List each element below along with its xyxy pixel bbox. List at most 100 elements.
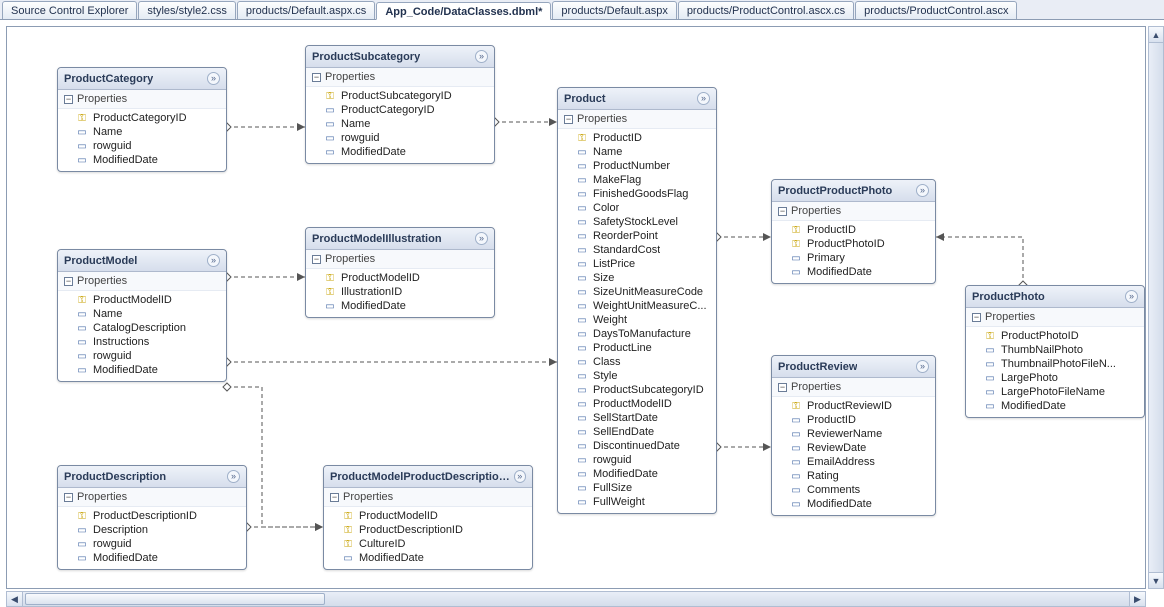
expand-collapse-icon[interactable]: − [64, 277, 73, 286]
collapse-chevron-icon[interactable]: » [207, 254, 220, 267]
tab-2[interactable]: products/Default.aspx.cs [237, 1, 375, 19]
property-row[interactable]: ▭SizeUnitMeasureCode [558, 285, 716, 299]
entity-ProductDescription[interactable]: ProductDescription»−Properties⚿ProductDe… [57, 465, 247, 570]
property-row[interactable]: ▭Description [58, 523, 246, 537]
property-row[interactable]: ▭ProductCategoryID [306, 103, 494, 117]
property-row[interactable]: ▭ModifiedDate [324, 551, 532, 565]
property-row[interactable]: ▭StandardCost [558, 243, 716, 257]
properties-section-header[interactable]: −Properties [966, 308, 1144, 327]
property-row[interactable]: ▭FullWeight [558, 495, 716, 509]
expand-collapse-icon[interactable]: − [312, 255, 321, 264]
entity-header[interactable]: ProductReview» [772, 356, 935, 378]
properties-section-header[interactable]: −Properties [306, 68, 494, 87]
entity-header[interactable]: Product» [558, 88, 716, 110]
scroll-up-arrow[interactable]: ▲ [1149, 27, 1163, 43]
property-row[interactable]: ▭Comments [772, 483, 935, 497]
property-row[interactable]: ▭ModifiedDate [58, 363, 226, 377]
expand-collapse-icon[interactable]: − [778, 383, 787, 392]
property-row[interactable]: ▭Instructions [58, 335, 226, 349]
entity-ProductSubcategory[interactable]: ProductSubcategory»−Properties ⚿ProductSu… [305, 45, 495, 164]
property-row[interactable]: ▭ReorderPoint [558, 229, 716, 243]
entity-header[interactable]: ProductModelIllustration» [306, 228, 494, 250]
property-row[interactable]: ▭rowguid [58, 349, 226, 363]
property-row[interactable]: ▭ProductSubcategoryID [558, 383, 716, 397]
property-row[interactable]: ⚿ProductID [558, 131, 716, 145]
property-row[interactable]: ▭LargePhoto [966, 371, 1144, 385]
property-row[interactable]: ⚿ProductDescriptionID [58, 509, 246, 523]
entity-ProductReview[interactable]: ProductReview»−Properties ⚿ProductReviewI… [771, 355, 936, 516]
property-row[interactable]: ▭rowguid [58, 139, 226, 153]
entity-ProductProductPhoto[interactable]: ProductProductPhoto»−Properties ⚿ProductI… [771, 179, 936, 284]
tab-1[interactable]: styles/style2.css [138, 1, 235, 19]
scroll-left-arrow[interactable]: ◀ [7, 592, 23, 606]
tab-0[interactable]: Source Control Explorer [2, 1, 137, 19]
collapse-chevron-icon[interactable]: » [1125, 290, 1138, 303]
property-row[interactable]: ⚿ProductSubcategoryID [306, 89, 494, 103]
collapse-chevron-icon[interactable]: » [514, 470, 526, 483]
property-row[interactable]: ▭MakeFlag [558, 173, 716, 187]
property-row[interactable]: ▭Size [558, 271, 716, 285]
collapse-chevron-icon[interactable]: » [697, 92, 710, 105]
scroll-thumb[interactable] [25, 593, 325, 605]
entity-header[interactable]: ProductSubcategory» [306, 46, 494, 68]
designer-canvas[interactable]: ProductCategory»−Properties⚿ProductCateg… [6, 26, 1146, 589]
tab-6[interactable]: products/ProductControl.ascx [855, 1, 1017, 19]
property-row[interactable]: ▭ModifiedDate [772, 265, 935, 279]
entity-ProductModelProductDescriptionCulture[interactable]: ProductModelProductDescriptionC...»−Prop… [323, 465, 533, 570]
property-row[interactable]: ▭ReviewDate [772, 441, 935, 455]
horizontal-scrollbar[interactable]: ◀ ▶ [6, 591, 1146, 607]
property-row[interactable]: ▭LargePhotoFileName [966, 385, 1144, 399]
tab-3[interactable]: App_Code/DataClasses.dbml* [376, 2, 551, 20]
collapse-chevron-icon[interactable]: » [916, 184, 929, 197]
properties-section-header[interactable]: −Properties [772, 378, 935, 397]
expand-collapse-icon[interactable]: − [64, 493, 73, 502]
property-row[interactable]: ⚿IllustrationID [306, 285, 494, 299]
property-row[interactable]: ▭rowguid [558, 453, 716, 467]
expand-collapse-icon[interactable]: − [972, 313, 981, 322]
entity-ProductCategory[interactable]: ProductCategory»−Properties ⚿ProductCateg… [57, 67, 227, 172]
property-row[interactable]: ⚿ProductDescriptionID [324, 523, 532, 537]
property-row[interactable]: ▭rowguid [58, 537, 246, 551]
property-row[interactable]: ▭SellEndDate [558, 425, 716, 439]
property-row[interactable]: ▭SafetyStockLevel [558, 215, 716, 229]
properties-section-header[interactable]: −Properties [324, 488, 532, 507]
entity-header[interactable]: ProductProductPhoto» [772, 180, 935, 202]
collapse-chevron-icon[interactable]: » [227, 470, 240, 483]
property-row[interactable]: ▭ProductModelID [558, 397, 716, 411]
entity-header[interactable]: ProductModel» [58, 250, 226, 272]
property-row[interactable]: ▭Style [558, 369, 716, 383]
properties-section-header[interactable]: −Properties [58, 272, 226, 291]
property-row[interactable]: ▭Primary [772, 251, 935, 265]
property-row[interactable]: ▭ReviewerName [772, 427, 935, 441]
property-row[interactable]: ▭Color [558, 201, 716, 215]
properties-section-header[interactable]: −Properties [558, 110, 716, 129]
entity-ProductModelIllustration[interactable]: ProductModelIllustration»−Properties ⚿Pro… [305, 227, 495, 318]
property-row[interactable]: ⚿CultureID [324, 537, 532, 551]
property-row[interactable]: ▭Weight [558, 313, 716, 327]
collapse-chevron-icon[interactable]: » [475, 232, 488, 245]
property-row[interactable]: ▭FinishedGoodsFlag [558, 187, 716, 201]
property-row[interactable]: ▭ProductID [772, 413, 935, 427]
property-row[interactable]: ⚿ProductReviewID [772, 399, 935, 413]
properties-section-header[interactable]: −Properties [58, 90, 226, 109]
property-row[interactable]: ▭DaysToManufacture [558, 327, 716, 341]
expand-collapse-icon[interactable]: − [778, 207, 787, 216]
properties-section-header[interactable]: −Properties [772, 202, 935, 221]
property-row[interactable]: ▭ModifiedDate [306, 299, 494, 313]
scroll-down-arrow[interactable]: ▼ [1149, 572, 1163, 588]
property-row[interactable]: ▭EmailAddress [772, 455, 935, 469]
property-row[interactable]: ▭ProductLine [558, 341, 716, 355]
properties-section-header[interactable]: −Properties [306, 250, 494, 269]
vertical-scrollbar[interactable]: ▲ ▼ [1148, 26, 1164, 589]
entity-header[interactable]: ProductModelProductDescriptionC...» [324, 466, 532, 488]
entity-header[interactable]: ProductCategory» [58, 68, 226, 90]
property-row[interactable]: ▭FullSize [558, 481, 716, 495]
property-row[interactable]: ▭ModifiedDate [58, 153, 226, 167]
expand-collapse-icon[interactable]: − [64, 95, 73, 104]
property-row[interactable]: ▭ModifiedDate [58, 551, 246, 565]
property-row[interactable]: ⚿ProductModelID [306, 271, 494, 285]
entity-ProductModel[interactable]: ProductModel»−Properties⚿ProductModelID▭… [57, 249, 227, 382]
property-row[interactable]: ⚿ProductCategoryID [58, 111, 226, 125]
property-row[interactable]: ⚿ProductPhotoID [772, 237, 935, 251]
property-row[interactable]: ⚿ProductID [772, 223, 935, 237]
